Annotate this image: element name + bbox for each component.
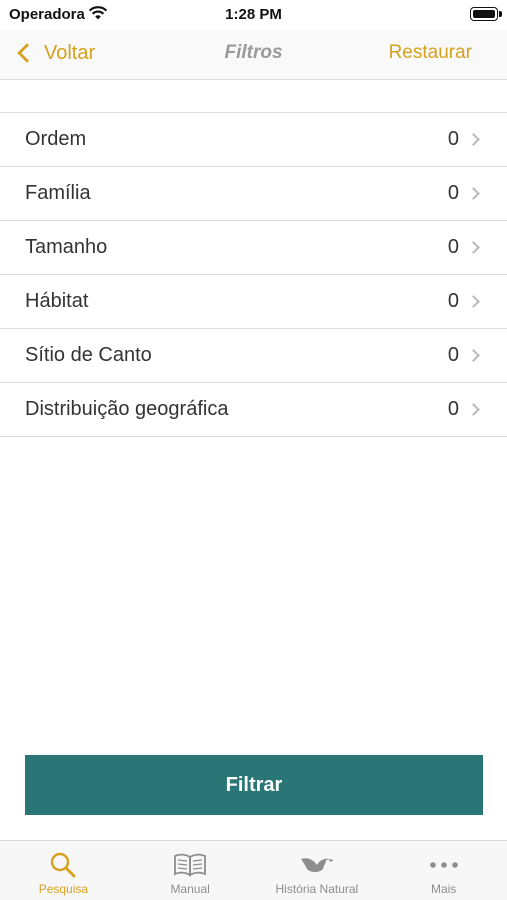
tab-bar: Pesquisa Manual História Natural Mais	[0, 840, 507, 900]
tab-pesquisa[interactable]: Pesquisa	[0, 841, 127, 900]
bird-icon	[299, 850, 335, 880]
filter-label: Família	[25, 182, 91, 204]
chevron-right-icon	[467, 187, 480, 200]
filter-label: Tamanho	[25, 236, 108, 258]
search-icon	[49, 850, 77, 880]
filter-button[interactable]: Filtrar	[25, 755, 483, 815]
tab-label: Pesquisa	[38, 882, 89, 896]
battery-icon	[470, 7, 502, 21]
chevron-right-icon	[467, 295, 480, 308]
tab-manual[interactable]: Manual	[127, 841, 254, 900]
filter-count: 0	[447, 344, 459, 366]
filter-row-habitat[interactable]: Hábitat 0	[0, 275, 507, 329]
filter-count: 0	[447, 290, 459, 312]
navigation-bar: Voltar Filtros Restaurar	[0, 30, 507, 80]
status-bar: Operadora 1:28 PM	[0, 0, 507, 30]
filter-count: 0	[447, 236, 459, 258]
filter-row-familia[interactable]: Família 0	[0, 167, 507, 221]
filter-label: Ordem	[25, 128, 87, 150]
filter-label: Sítio de Canto	[25, 344, 152, 366]
filter-label: Hábitat	[25, 290, 89, 312]
tab-label: Manual	[170, 882, 210, 896]
filter-label: Distribuição geográfica	[25, 398, 229, 420]
filter-count: 0	[447, 398, 459, 420]
tab-label: Mais	[430, 882, 457, 896]
filter-row-ordem[interactable]: Ordem 0	[0, 113, 507, 167]
filter-list: Ordem 0 Família 0 Tamanho 0 Hábitat 0 Sí…	[0, 112, 507, 437]
filter-row-sitio-de-canto[interactable]: Sítio de Canto 0	[0, 329, 507, 383]
chevron-right-icon	[467, 349, 480, 362]
filter-row-tamanho[interactable]: Tamanho 0	[0, 221, 507, 275]
tab-mais[interactable]: Mais	[380, 841, 507, 900]
chevron-right-icon	[467, 241, 480, 254]
chevron-right-icon	[467, 133, 480, 146]
filter-count: 0	[447, 182, 459, 204]
status-time: 1:28 PM	[225, 6, 282, 23]
restore-button[interactable]: Restaurar	[389, 42, 472, 64]
tab-historia-natural[interactable]: História Natural	[254, 841, 381, 900]
tab-label: História Natural	[275, 882, 359, 896]
filter-row-distribuicao[interactable]: Distribuição geográfica 0	[0, 383, 507, 437]
book-icon	[173, 850, 207, 880]
filter-count: 0	[447, 128, 459, 150]
more-icon	[428, 850, 460, 880]
chevron-right-icon	[467, 403, 480, 416]
